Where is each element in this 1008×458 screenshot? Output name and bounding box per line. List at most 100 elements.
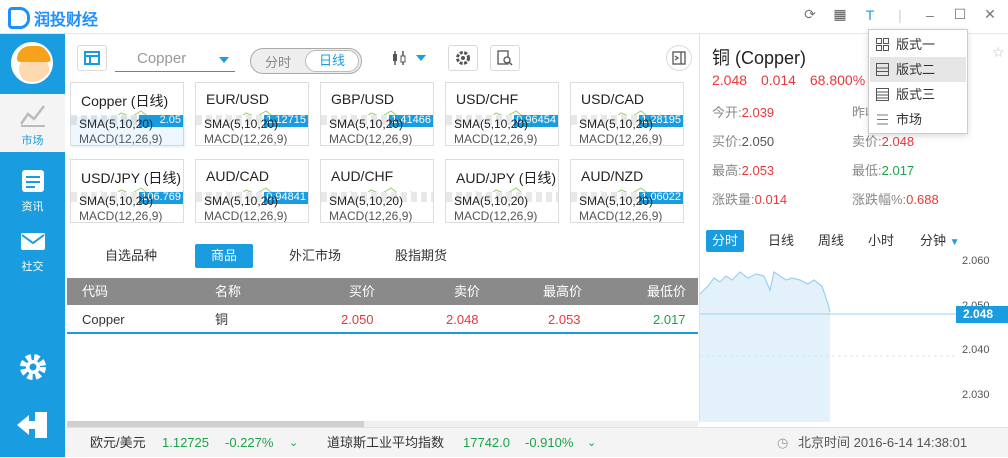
ticker-pair-change: -0.227% bbox=[225, 435, 274, 450]
refresh-icon[interactable]: ⟳ bbox=[802, 6, 818, 23]
candle-type-button[interactable] bbox=[380, 45, 436, 71]
settings-gear-icon[interactable] bbox=[18, 352, 48, 382]
layout-icon[interactable]: ▦ bbox=[832, 6, 848, 23]
mini-chart-card[interactable]: 0.96454 USD/CHF SMA(5,10,20) MACD(12,26,9) bbox=[445, 82, 559, 146]
menu-item-market[interactable]: 市场 bbox=[870, 107, 966, 132]
quote-table: 代码 名称 买价 卖价 最高价 最低价 Copper 铜 2.050 2.048… bbox=[67, 278, 698, 334]
divider: | bbox=[898, 6, 902, 23]
tab-daily[interactable]: 日线 bbox=[762, 230, 800, 252]
exit-icon[interactable] bbox=[15, 410, 49, 440]
avatar[interactable] bbox=[11, 42, 53, 84]
price-line: 2.048 0.014 68.800% bbox=[712, 72, 865, 88]
mini-chart-title: AUD/NZD bbox=[581, 168, 644, 184]
mini-chart-card[interactable]: 1.41466 GBP/USD SMA(5,10,20) MACD(12,26,9) bbox=[320, 82, 434, 146]
column-header[interactable]: 代码 bbox=[82, 278, 108, 305]
mini-chart-card[interactable]: 0.94841 AUD/CAD SMA(5,10,20) MACD(12,26,9) bbox=[195, 159, 309, 223]
close-button[interactable]: ✕ bbox=[982, 6, 998, 23]
mini-chart-macd: MACD(12,26,9) bbox=[204, 209, 288, 223]
tab-watchlist[interactable]: 自选品种 bbox=[93, 244, 169, 268]
tab-weekly[interactable]: 周线 bbox=[812, 230, 850, 252]
table-row[interactable]: Copper 铜 2.050 2.048 2.053 2.017 bbox=[67, 305, 698, 334]
period-toggle[interactable]: 分时 日线 bbox=[250, 48, 362, 74]
font-size-icon[interactable]: T bbox=[862, 7, 878, 23]
open-label: 今开: bbox=[712, 105, 742, 120]
mini-chart-card[interactable]: 106.769 USD/JPY (日线) SMA(5,10,20) MACD(12,2… bbox=[70, 159, 184, 223]
minimize-button[interactable]: – bbox=[922, 7, 938, 23]
sidebar-item-social[interactable]: 社交 bbox=[0, 220, 65, 278]
category-tabs: 自选品种 商品 外汇市场 股指期货 bbox=[65, 240, 698, 272]
sidebar-item-label: 社交 bbox=[21, 261, 44, 273]
layout-grid-button[interactable] bbox=[77, 45, 107, 71]
grid-icon bbox=[84, 51, 100, 65]
symbol-select[interactable]: Copper bbox=[115, 46, 235, 72]
chevron-down-icon[interactable]: ⌄ bbox=[289, 428, 298, 458]
favorite-star-icon[interactable]: ☆ bbox=[992, 44, 1005, 61]
change-stat: 涨跌量:0.014 bbox=[712, 189, 787, 208]
cell-high: 2.053 bbox=[548, 312, 581, 327]
current-price-tag-label: 2.048 bbox=[963, 307, 993, 321]
cell-ask: 2.048 bbox=[446, 312, 479, 327]
menu-item-layout-3[interactable]: 版式三 bbox=[870, 82, 966, 107]
search-document-icon bbox=[497, 50, 513, 66]
tab-minute[interactable]: 分钟 ▼ bbox=[914, 230, 966, 252]
last-price: 2.048 bbox=[712, 72, 748, 88]
layout-rows-icon bbox=[876, 88, 889, 101]
column-header[interactable]: 卖价 bbox=[454, 278, 480, 305]
panel-toggle-icon bbox=[672, 51, 686, 65]
tab-intraday[interactable]: 分时 bbox=[706, 230, 745, 252]
mini-chart-title: AUD/CHF bbox=[331, 168, 394, 184]
menu-item-layout-2[interactable]: 版式二 bbox=[870, 57, 966, 82]
menu-item-layout-1[interactable]: 版式一 bbox=[870, 32, 966, 57]
mini-chart-card[interactable]: AUD/JPY (日线) SMA(5,10,20) MACD(12,26,9) bbox=[445, 159, 559, 223]
sidebar-item-news[interactable]: 资讯 bbox=[0, 160, 65, 218]
search-document-button[interactable] bbox=[490, 45, 520, 71]
ticker-pair-name: 欧元/美元 bbox=[90, 435, 146, 450]
column-header[interactable]: 最高价 bbox=[543, 278, 582, 305]
panel-toggle-button[interactable] bbox=[666, 45, 692, 71]
mini-chart-grid: 2.05 Copper (日线) SMA(5,10,20) MACD(12,26,9)… bbox=[70, 82, 694, 226]
cell-name: 铜 bbox=[215, 312, 229, 327]
gear-icon bbox=[456, 51, 470, 65]
settings-button[interactable] bbox=[448, 45, 478, 71]
chevron-down-icon: ▼ bbox=[949, 237, 960, 248]
mini-chart-sma: SMA(5,10,20) bbox=[454, 117, 529, 131]
mini-chart-sma: SMA(5,10,20) bbox=[79, 194, 154, 208]
column-header[interactable]: 买价 bbox=[349, 278, 375, 305]
column-header[interactable]: 名称 bbox=[215, 278, 241, 305]
period-option-intraday[interactable]: 分时 bbox=[251, 52, 305, 71]
column-header[interactable]: 最低价 bbox=[647, 278, 686, 305]
mini-chart-card[interactable]: AUD/CHF SMA(5,10,20) MACD(12,26,9) bbox=[320, 159, 434, 223]
logo-mark-icon bbox=[8, 7, 30, 29]
ticker-index-change: -0.910% bbox=[525, 435, 574, 450]
detail-period-tabs: 分时 日线 周线 小时 分钟 ▼ bbox=[706, 230, 1006, 252]
intraday-chart[interactable]: 2.060 2.050 2.048 2.040 2.030 bbox=[700, 256, 1008, 422]
cell-bid: 2.050 bbox=[341, 312, 374, 327]
news-icon bbox=[21, 170, 44, 192]
chevron-down-icon bbox=[416, 55, 426, 61]
mini-chart-macd: MACD(12,26,9) bbox=[579, 132, 663, 146]
open-stat: 今开:2.039 bbox=[712, 102, 774, 121]
price-change-pct: 68.800% bbox=[809, 72, 866, 88]
maximize-button[interactable]: ☐ bbox=[952, 6, 968, 23]
tab-commodities[interactable]: 商品 bbox=[195, 244, 253, 268]
tab-index-futures[interactable]: 股指期货 bbox=[383, 244, 459, 268]
tab-forex[interactable]: 外汇市场 bbox=[277, 244, 353, 268]
clock-text: 北京时间 2016-6-14 14:38:01 bbox=[798, 435, 968, 450]
mini-chart-title: Copper (日线) bbox=[81, 93, 169, 109]
mini-chart-card[interactable]: 1.12715 EUR/USD SMA(5,10,20) MACD(12,26,9) bbox=[195, 82, 309, 146]
tab-hourly[interactable]: 小时 bbox=[862, 230, 900, 252]
mini-chart-sma: SMA(5,10,20) bbox=[579, 194, 654, 208]
sidebar-item-market[interactable]: 市场 bbox=[0, 94, 65, 152]
cell-code: Copper bbox=[82, 312, 125, 327]
chevron-down-icon[interactable]: ⌄ bbox=[587, 428, 596, 458]
mini-chart-card[interactable]: 1.28195 USD/CAD SMA(5,10,20) MACD(12,26,9) bbox=[570, 82, 684, 146]
tab-minute-label: 分钟 bbox=[920, 233, 947, 248]
mini-chart-title: GBP/USD bbox=[331, 91, 395, 107]
change-label: 涨跌量: bbox=[712, 192, 755, 207]
menu-item-label: 版式一 bbox=[896, 37, 936, 52]
menu-item-label: 市场 bbox=[896, 112, 923, 127]
mini-chart-card[interactable]: 1.06022 AUD/NZD SMA(5,10,20) MACD(12,26,9) bbox=[570, 159, 684, 223]
bid-label: 买价: bbox=[712, 134, 742, 149]
mini-chart-title: USD/CHF bbox=[456, 91, 519, 107]
period-option-daily[interactable]: 日线 bbox=[305, 50, 359, 72]
